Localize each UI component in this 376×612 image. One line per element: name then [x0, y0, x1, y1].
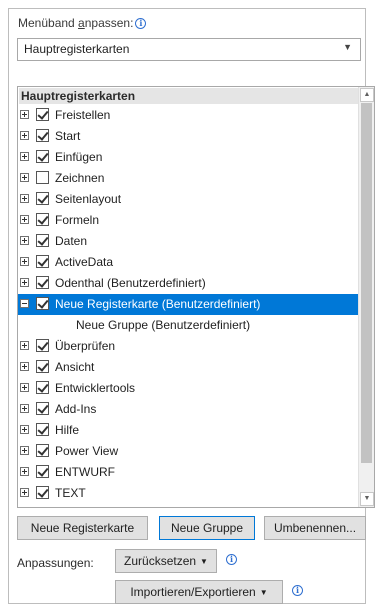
tab-checkbox[interactable] [36, 108, 49, 121]
tab-checkbox[interactable] [36, 360, 49, 373]
tree-tab-item[interactable]: Überprüfen [18, 336, 359, 357]
expand-plus-icon[interactable] [20, 257, 29, 266]
expand-plus-icon[interactable] [20, 173, 29, 182]
tree-tab-item[interactable]: Add-Ins [18, 399, 359, 420]
tree-item-label: Add-Ins [55, 402, 97, 416]
reset-dropdown-button[interactable]: Zurücksetzen ▼ [115, 549, 217, 573]
tab-checkbox[interactable] [36, 402, 49, 415]
tree-tab-item[interactable]: Entwicklertools [18, 378, 359, 399]
tab-checkbox[interactable] [36, 276, 49, 289]
new-tab-button[interactable]: Neue Registerkarte [17, 516, 148, 540]
tree-item-label: Odenthal (Benutzerdefiniert) [55, 276, 206, 290]
tree-tab-item[interactable]: Power View [18, 441, 359, 462]
tab-checkbox[interactable] [36, 234, 49, 247]
tree-item-label: LAYOUT [55, 504, 102, 507]
tree-tab-item[interactable]: TEXT [18, 483, 359, 504]
vertical-scrollbar[interactable]: ▲ ▼ [358, 87, 374, 507]
tab-checkbox[interactable] [36, 192, 49, 205]
expand-plus-icon[interactable] [20, 446, 29, 455]
tab-checkbox[interactable] [36, 423, 49, 436]
tab-type-value: Hauptregisterkarten [24, 42, 130, 56]
new-group-button[interactable]: Neue Gruppe [159, 516, 255, 540]
tree-tab-item[interactable]: Start [18, 126, 359, 147]
tree-tab-item[interactable]: Zeichnen [18, 168, 359, 189]
import-export-info-icon[interactable]: i [292, 585, 303, 596]
tree-item-label: Seitenlayout [55, 192, 122, 206]
tab-checkbox[interactable] [36, 465, 49, 478]
tree-item-label: Überprüfen [55, 339, 116, 353]
scroll-thumb[interactable] [361, 103, 372, 463]
expand-plus-icon[interactable] [20, 215, 29, 224]
customize-ribbon-title: Menüband anpassen: i [18, 16, 147, 30]
tree-item-label: ActiveData [55, 255, 114, 269]
customizations-label: Anpassungen: [17, 556, 94, 570]
tree-item-label: Ansicht [55, 360, 95, 374]
tree-tab-item[interactable]: Einfügen [18, 147, 359, 168]
scroll-down-icon[interactable]: ▼ [360, 492, 374, 506]
dropdown-arrow-icon: ▼ [259, 588, 268, 597]
tab-checkbox[interactable] [36, 507, 49, 508]
expand-plus-icon[interactable] [20, 425, 29, 434]
tree-item-label: Zeichnen [55, 171, 105, 185]
expand-plus-icon[interactable] [20, 404, 29, 413]
tree-item-label: ENTWURF [55, 465, 115, 479]
expand-plus-icon[interactable] [20, 278, 29, 287]
tree-tab-item[interactable]: LAYOUT [18, 504, 359, 508]
tree-item-label: Power View [55, 444, 119, 458]
expand-plus-icon[interactable] [20, 152, 29, 161]
dropdown-arrow-icon: ▼ [200, 557, 208, 566]
tab-checkbox[interactable] [36, 381, 49, 394]
tree-tab-item[interactable]: Formeln [18, 210, 359, 231]
tree-tab-item[interactable]: Daten [18, 231, 359, 252]
expand-plus-icon[interactable] [20, 110, 29, 119]
expand-plus-icon[interactable] [20, 362, 29, 371]
tree-item-label: Neue Gruppe (Benutzerdefiniert) [76, 318, 251, 332]
tree-item-label: Neue Registerkarte (Benutzerdefiniert) [55, 297, 261, 311]
tab-checkbox[interactable] [36, 255, 49, 268]
tree-item-label: TEXT [55, 486, 86, 500]
expand-plus-icon[interactable] [20, 341, 29, 350]
tree-tab-item[interactable]: Freistellen [18, 105, 359, 126]
reset-info-icon[interactable]: i [226, 554, 237, 565]
tree-item-label: Einfügen [55, 150, 103, 164]
tree-header: Hauptregisterkarten [19, 88, 362, 104]
expand-plus-icon[interactable] [20, 383, 29, 392]
expand-plus-icon[interactable] [20, 467, 29, 476]
expand-plus-icon[interactable] [20, 236, 29, 245]
tree-item-label: Start [55, 129, 81, 143]
tab-checkbox[interactable] [36, 150, 49, 163]
chevron-down-icon: ▼ [343, 42, 352, 52]
tree-group-item[interactable]: Neue Gruppe (Benutzerdefiniert) [18, 315, 359, 336]
tree-tab-item[interactable]: ENTWURF [18, 462, 359, 483]
scroll-up-icon[interactable]: ▲ [360, 88, 374, 102]
tab-type-dropdown[interactable]: Hauptregisterkarten ▼ [17, 38, 361, 61]
info-icon[interactable]: i [135, 18, 147, 29]
tab-checkbox[interactable] [36, 171, 49, 184]
tab-checkbox[interactable] [36, 129, 49, 142]
ribbon-tree-list[interactable]: Hauptregisterkarten Freistellen Start Einf… [17, 86, 375, 508]
tree-item-label: Entwicklertools [55, 381, 136, 395]
tree-item-label: Hilfe [55, 423, 80, 437]
tree-item-label: Daten [55, 234, 88, 248]
tree-item-label: Freistellen [55, 108, 111, 122]
tree-tab-item[interactable]: Neue Registerkarte (Benutzerdefiniert) [18, 294, 359, 315]
tab-checkbox[interactable] [36, 297, 49, 310]
rename-button[interactable]: Umbenennen... [264, 516, 366, 540]
tree-tab-item[interactable]: Ansicht [18, 357, 359, 378]
expand-plus-icon[interactable] [20, 131, 29, 140]
collapse-minus-icon[interactable] [20, 299, 29, 308]
expand-plus-icon[interactable] [20, 488, 29, 497]
tree-tab-item[interactable]: Hilfe [18, 420, 359, 441]
tab-checkbox[interactable] [36, 339, 49, 352]
tab-checkbox[interactable] [36, 486, 49, 499]
tree-item-label: Formeln [55, 213, 100, 227]
tree-tab-item[interactable]: Odenthal (Benutzerdefiniert) [18, 273, 359, 294]
tab-checkbox[interactable] [36, 444, 49, 457]
tree-tab-item[interactable]: Seitenlayout [18, 189, 359, 210]
import-export-dropdown-button[interactable]: Importieren/Exportieren ▼ [115, 580, 283, 604]
expand-plus-icon[interactable] [20, 194, 29, 203]
tab-checkbox[interactable] [36, 213, 49, 226]
tree-tab-item[interactable]: ActiveData [18, 252, 359, 273]
